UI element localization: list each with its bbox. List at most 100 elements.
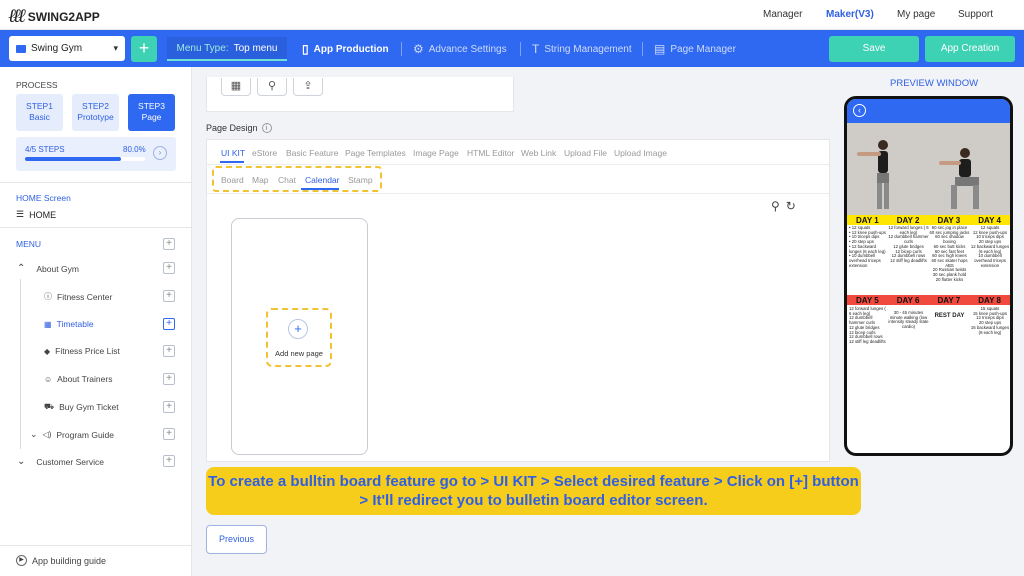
refresh-icon[interactable]: ↻ (786, 199, 796, 213)
nav-support[interactable]: Support (958, 9, 993, 20)
add-menu-button[interactable]: + (163, 238, 175, 250)
step-label: Prototype (77, 112, 114, 122)
search-icon[interactable]: ⚲ (771, 199, 780, 213)
previous-button[interactable]: Previous (206, 525, 267, 554)
active-subtab-indicator (301, 188, 339, 190)
menu-item-about-trainers[interactable]: ☺ About Trainers (44, 374, 112, 384)
menu-type-selector[interactable]: Menu Type: Top menu (167, 37, 287, 61)
menu-item-buy-gym-ticket[interactable]: ⛟ Buy Gym Ticket (44, 402, 119, 412)
page-manager-button[interactable]: ▤ Page Manager (654, 42, 736, 56)
divider (0, 182, 191, 183)
gym-select[interactable]: Swing Gym ▾ (9, 36, 125, 61)
step1-button[interactable]: STEP1 Basic (16, 94, 63, 131)
day-label: DAY 8 (978, 295, 1001, 305)
subtab-map[interactable]: Map (252, 175, 269, 185)
menu-item-fitness-price-list[interactable]: ◆ Fitness Price List (44, 346, 120, 356)
add-submenu-button[interactable]: + (163, 401, 175, 413)
home-screen-title: HOME Screen (16, 193, 71, 203)
phone-preview: ‹ DAY 1 DAY 2 DAY 3 DAY 4 • 12 squats • … (844, 96, 1013, 456)
upload-icon: ⇪ (303, 80, 313, 92)
progress-track (25, 157, 145, 161)
play-circle-icon: ▶ (16, 555, 27, 566)
tab-basic-feature[interactable]: Basic Feature (286, 148, 338, 158)
add-app-button[interactable]: + (131, 36, 157, 62)
menu-item-label: Program Guide (56, 429, 115, 440)
menu-item-label: Buy Gym Ticket (59, 402, 119, 412)
calendar-view-button[interactable]: ▦ (221, 78, 251, 96)
chevron-right-icon[interactable]: › (153, 146, 167, 160)
day-content: 15 squats 15 knee push-ups 12 triceps di… (970, 306, 1010, 335)
progress-percent: 80.0% (123, 145, 146, 154)
subtab-calendar[interactable]: Calendar (305, 175, 340, 185)
menu-item-fitness-center[interactable]: ⓘ Fitness Center (44, 291, 112, 302)
app-production-label: App Production (313, 43, 389, 55)
day-label: DAY 6 (896, 295, 920, 305)
search-card (206, 77, 514, 112)
back-arrow-icon[interactable]: ‹ (853, 104, 866, 117)
add-submenu-button[interactable]: + (163, 373, 175, 385)
app-production-button[interactable]: ▯ App Production (302, 42, 389, 56)
day-label: DAY 3 (937, 215, 961, 225)
add-submenu-button[interactable]: + (163, 290, 175, 302)
step2-button[interactable]: STEP2 Prototype (72, 94, 119, 131)
add-submenu-button[interactable]: + (163, 455, 175, 467)
string-management-button[interactable]: T String Management (532, 42, 632, 56)
day-content: REST DAY (934, 313, 965, 319)
advanced-settings-button[interactable]: ⚙ Advance Settings (413, 42, 507, 56)
search-icon: ⚲ (267, 80, 277, 92)
app-creation-button[interactable]: App Creation (925, 36, 1015, 62)
nav-maker[interactable]: Maker(V3) (826, 9, 874, 20)
app-building-guide-link[interactable]: ▶ App building guide (16, 555, 106, 566)
add-page-label: Add new page (275, 349, 323, 358)
info-icon: ⓘ (44, 292, 52, 301)
page-manager-icon: ▤ (654, 42, 666, 56)
step3-button[interactable]: STEP3 Page (128, 94, 175, 131)
subtab-board[interactable]: Board (221, 175, 244, 185)
gym-select-value: Swing Gym (31, 43, 83, 54)
search-button[interactable]: ⚲ (257, 78, 287, 96)
day-content: 30 - 45 minutes minute walking (low inte… (888, 310, 929, 330)
app-logo[interactable]: ℓℓℓ SWING2APP (8, 5, 100, 28)
tab-web-link[interactable]: Web Link (521, 148, 556, 158)
plus-icon: + (288, 319, 308, 339)
tab-upload-file[interactable]: Upload File (564, 148, 607, 158)
chevron-down-icon: ⌄ (17, 456, 26, 467)
subtab-chat[interactable]: Chat (278, 175, 296, 185)
menu-item-program-guide[interactable]: ⌄ ◁) Program Guide (30, 429, 114, 440)
app-thumb-icon (16, 44, 26, 53)
nav-manager[interactable]: Manager (763, 9, 802, 20)
tab-html-editor[interactable]: HTML Editor (467, 148, 514, 158)
step-number: STEP2 (82, 101, 109, 111)
page-design-title: Page Design (206, 123, 258, 133)
info-icon[interactable]: i (261, 123, 272, 133)
logo-mark-icon: ℓℓℓ (8, 5, 26, 27)
tag-icon: ◆ (44, 346, 51, 356)
nav-mypage[interactable]: My page (897, 9, 935, 20)
home-item[interactable]: ☰ HOME (16, 209, 56, 220)
menu-item-customer-service[interactable]: ⌄ Customer Service (17, 456, 104, 467)
day-label: DAY 5 (856, 295, 879, 305)
tab-page-templates[interactable]: Page Templates (345, 148, 406, 158)
tab-estore[interactable]: eStore (252, 148, 277, 158)
preview-title: PREVIEW WINDOW (890, 78, 979, 89)
add-submenu-button[interactable]: + (163, 428, 175, 440)
menu-type-label: Menu Type: (176, 42, 229, 54)
menu-item-label: Customer Service (36, 456, 104, 467)
tab-ui-kit[interactable]: UI KIT (221, 148, 245, 158)
divider (0, 227, 191, 228)
add-new-page-button[interactable]: + Add new page (266, 308, 332, 367)
tab-upload-image[interactable]: Upload Image (614, 148, 667, 158)
menu-item-about-gym[interactable]: ⌃ About Gym (17, 263, 79, 274)
day-label: DAY 7 (937, 295, 961, 305)
days-header-bottom: DAY 5 DAY 6 DAY 7 DAY 8 (847, 295, 1010, 305)
upload-button[interactable]: ⇪ (293, 78, 323, 96)
add-submenu-button[interactable]: + (163, 262, 175, 274)
subtab-stamp[interactable]: Stamp (348, 175, 373, 185)
divider (520, 42, 521, 56)
add-submenu-button[interactable]: + (163, 345, 175, 357)
add-submenu-button[interactable]: + (163, 318, 175, 330)
menu-item-timetable[interactable]: ▦ Timetable (44, 319, 94, 329)
workout-grid-top: • 12 squats • 12 knee push-ups • 10 tric… (847, 225, 1010, 294)
tab-image-page[interactable]: Image Page (413, 148, 459, 158)
save-button[interactable]: Save (829, 36, 919, 62)
